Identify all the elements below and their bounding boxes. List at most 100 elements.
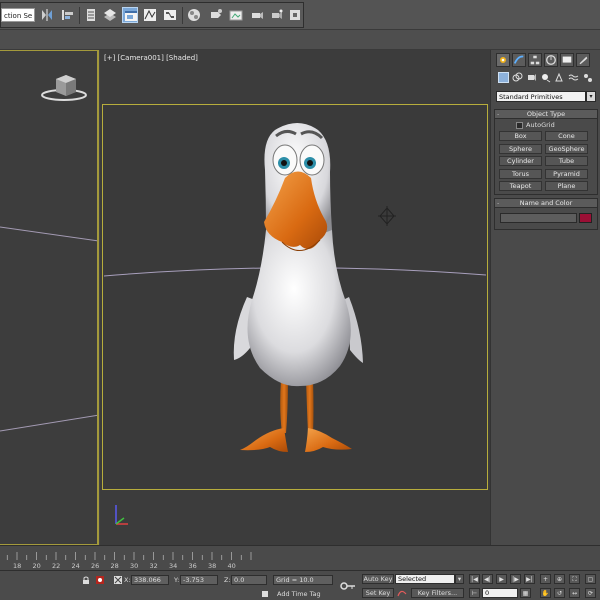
rendered-frame-icon[interactable] <box>228 7 244 23</box>
camera-viewport[interactable]: [+] [Camera001] [Shaded] <box>100 50 490 545</box>
category-icons <box>498 72 594 86</box>
align-icon[interactable] <box>59 7 75 23</box>
timeline-tick-label: 26 <box>91 562 100 570</box>
chevron-down-icon[interactable]: ▾ <box>586 91 596 102</box>
display-tab[interactable] <box>560 53 574 67</box>
timeline-tick-label: 22 <box>52 562 61 570</box>
key-mode-toggle-icon[interactable]: ⊢ <box>469 588 480 598</box>
torus-button[interactable]: Torus <box>499 169 542 179</box>
z-coordinate-field[interactable]: 0.0 <box>231 575 267 585</box>
go-to-start-icon[interactable]: |◀ <box>469 574 480 584</box>
pyramid-button[interactable]: Pyramid <box>545 169 588 179</box>
scene-explorer-icon[interactable] <box>122 7 138 23</box>
scene-render <box>103 123 487 452</box>
hierarchy-tab[interactable] <box>528 53 542 67</box>
add-time-tag-icon[interactable] <box>260 589 270 599</box>
key-filters-button[interactable]: Key Filters... <box>411 588 464 598</box>
teapot-button[interactable]: Teapot <box>499 181 542 191</box>
timeline-tick-label: 28 <box>110 562 119 570</box>
primitive-type-dropdown[interactable]: Standard Primitives <box>496 91 586 102</box>
plane-button[interactable]: Plane <box>545 181 588 191</box>
name-color-title: Name and Color <box>519 199 573 207</box>
render-setup-icon[interactable] <box>208 7 224 23</box>
timeline-tick-label: 24 <box>71 562 80 570</box>
axis-tripod-icon <box>115 505 128 525</box>
selected-set-dropdown[interactable]: Selected <box>395 574 455 584</box>
ribbon-strip <box>0 30 600 50</box>
timeline[interactable]: 18 20 22 24 26 28 30 32 34 36 38 40 <box>0 545 490 570</box>
field-of-view-icon[interactable]: ▢ <box>585 574 596 584</box>
time-config-icon[interactable]: ▦ <box>520 588 531 598</box>
key-mode-icon[interactable] <box>397 588 407 598</box>
timeline-tick-label: 20 <box>32 562 41 570</box>
helpers-icon[interactable] <box>554 72 565 83</box>
camera-target-icon[interactable] <box>378 206 396 226</box>
cylinder-button[interactable]: Cylinder <box>499 156 542 166</box>
tube-button[interactable]: Tube <box>545 156 588 166</box>
render-iterative-icon[interactable] <box>287 7 303 23</box>
shapes-icon[interactable] <box>512 72 523 83</box>
systems-icon[interactable] <box>582 72 593 83</box>
add-time-tag-button[interactable]: Add Time Tag <box>277 590 321 598</box>
cone-button[interactable]: Cone <box>545 131 588 141</box>
current-frame-field[interactable]: 0 <box>482 588 518 598</box>
auto-key-button[interactable]: Auto Key <box>362 574 394 584</box>
curve-editor-icon[interactable] <box>142 7 158 23</box>
orbit-icon[interactable]: ↺ <box>554 588 565 598</box>
geometry-icon[interactable] <box>498 72 509 83</box>
maximize-viewport-icon[interactable]: ⛶ <box>569 574 580 584</box>
truck-icon[interactable]: ↔ <box>569 588 580 598</box>
collapse-icon: - <box>497 199 500 207</box>
sphere-button[interactable]: Sphere <box>499 144 542 154</box>
name-color-rollout-header[interactable]: - Name and Color <box>494 198 598 208</box>
object-color-swatch[interactable] <box>579 213 592 223</box>
y-coordinate-field[interactable]: -3.753 <box>180 575 218 585</box>
play-icon[interactable]: ▶ <box>496 574 507 584</box>
modify-tab[interactable] <box>512 53 526 67</box>
isolate-selection-icon[interactable] <box>95 575 105 585</box>
utilities-tab[interactable] <box>576 53 590 67</box>
object-type-title: Object Type <box>526 110 566 118</box>
timeline-ruler[interactable] <box>0 552 490 560</box>
zoom-icon[interactable]: + <box>540 574 551 584</box>
x-coordinate-field[interactable]: 338.066 <box>131 575 169 585</box>
render-icon[interactable] <box>249 7 265 23</box>
absolute-mode-icon[interactable] <box>113 575 123 585</box>
create-tab[interactable] <box>496 53 510 67</box>
lights-icon[interactable] <box>526 72 537 83</box>
object-type-rollout-header[interactable]: - Object Type <box>494 109 598 119</box>
roll-icon[interactable]: ⟳ <box>585 588 596 598</box>
key-icon[interactable] <box>340 581 356 591</box>
set-key-button[interactable]: Set Key <box>362 588 394 598</box>
render-production-icon[interactable] <box>269 7 285 23</box>
mirror-icon[interactable] <box>39 7 55 23</box>
collapse-icon: - <box>497 110 500 118</box>
schematic-view-icon[interactable] <box>162 7 178 23</box>
lock-selection-icon[interactable] <box>81 575 91 585</box>
graphite-tools-icon[interactable] <box>102 7 118 23</box>
autogrid-label: AutoGrid <box>526 121 555 129</box>
perspective-viewport-partial[interactable] <box>0 50 99 545</box>
object-name-field[interactable] <box>500 213 577 223</box>
space-warps-icon[interactable] <box>568 72 579 83</box>
previous-frame-icon[interactable]: ◀| <box>482 574 493 584</box>
autogrid-checkbox[interactable] <box>516 122 523 129</box>
selection-filter-dropdown[interactable]: ction Se <box>1 8 35 22</box>
next-frame-icon[interactable]: |▶ <box>510 574 521 584</box>
material-editor-icon[interactable] <box>186 7 202 23</box>
motion-tab[interactable] <box>544 53 558 67</box>
pan-icon[interactable]: ✋ <box>540 588 551 598</box>
cameras-icon[interactable] <box>540 72 551 83</box>
timeline-tick-label: 30 <box>130 562 139 570</box>
toolbar-group: ction Se <box>0 2 304 28</box>
go-to-end-icon[interactable]: ▶| <box>524 574 535 584</box>
viewcube-icon[interactable] <box>41 75 87 101</box>
main-toolbar: ction Se <box>0 0 600 30</box>
timeline-tick-label: 36 <box>188 562 197 570</box>
geosphere-button[interactable]: GeoSphere <box>545 144 588 154</box>
zoom-all-icon[interactable]: ⊕ <box>554 574 565 584</box>
box-button[interactable]: Box <box>499 131 542 141</box>
chevron-down-icon[interactable]: ▾ <box>455 574 464 584</box>
x-label: X: <box>124 576 131 584</box>
layer-manager-icon[interactable] <box>83 7 99 23</box>
